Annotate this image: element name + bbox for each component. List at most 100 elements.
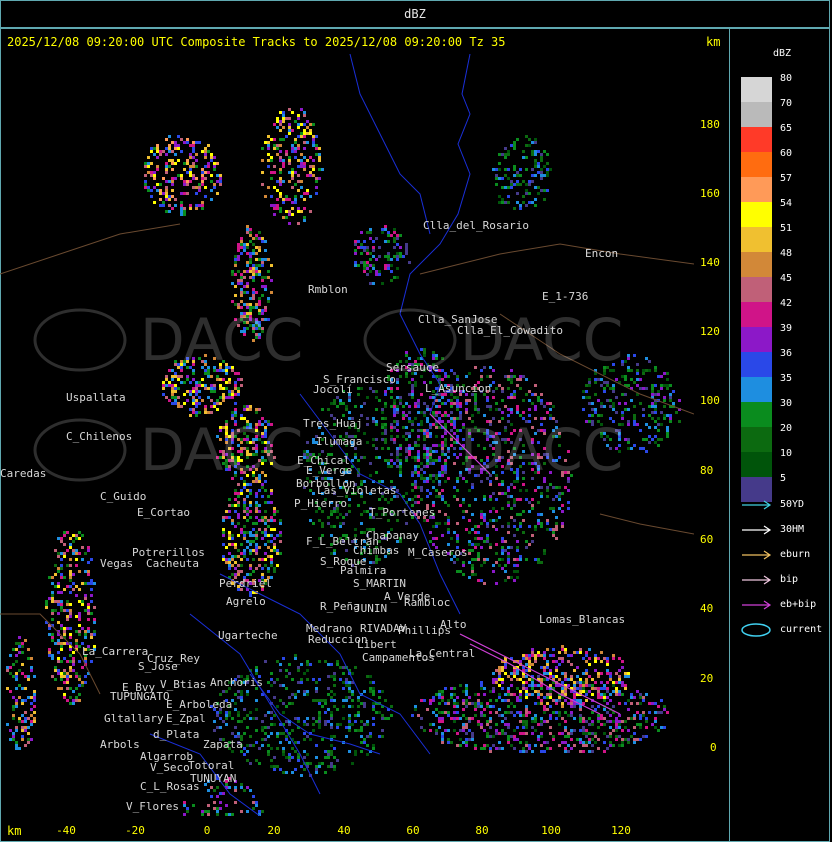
scale-label: 51 bbox=[780, 223, 793, 234]
place-label: L_Asuncion bbox=[425, 382, 492, 395]
place-label: E_Verge bbox=[306, 464, 353, 477]
y-tick: 80 bbox=[700, 464, 714, 477]
track-arrow-icon bbox=[742, 550, 772, 560]
color-swatch bbox=[741, 352, 772, 377]
place-label: Zapata bbox=[203, 738, 243, 751]
title-bar: dBZ bbox=[0, 0, 830, 28]
scale-label: 80 bbox=[780, 73, 793, 84]
place-label: E_Arboleda bbox=[166, 698, 233, 711]
color-swatch bbox=[741, 252, 772, 277]
scale-label: 39 bbox=[780, 323, 793, 334]
scale-label: 35 bbox=[780, 373, 793, 384]
scale-label: 65 bbox=[780, 123, 793, 134]
x-tick: -20 bbox=[125, 824, 145, 837]
place-label: Agrelo bbox=[226, 595, 266, 608]
place-label: C_Guido bbox=[100, 490, 147, 503]
scale-label: 36 bbox=[780, 348, 793, 359]
place-label: Libert bbox=[357, 638, 397, 651]
color-swatch bbox=[741, 402, 772, 427]
place-label: TUPUNGATO bbox=[110, 690, 170, 703]
track-arrow-icon bbox=[742, 600, 772, 610]
color-swatch bbox=[741, 452, 772, 477]
place-label: S_Jose bbox=[138, 660, 178, 673]
color-swatch bbox=[741, 127, 772, 152]
place-label: Palmira bbox=[340, 564, 387, 577]
place-label: La_Carrera bbox=[82, 645, 149, 658]
place-label: Caredas bbox=[0, 467, 47, 480]
color-swatch bbox=[741, 427, 772, 452]
scale-label: 42 bbox=[780, 298, 793, 309]
place-label: S_Francisco bbox=[323, 373, 396, 386]
y-tick: 180 bbox=[700, 118, 720, 131]
scale-label: 70 bbox=[780, 98, 793, 109]
place-label: Clla_del_Rosario bbox=[423, 219, 529, 232]
color-swatch bbox=[741, 377, 772, 402]
scale-label: 54 bbox=[780, 198, 793, 209]
place-label: T_Portenes bbox=[369, 506, 436, 519]
place-label: Arbols bbox=[100, 738, 140, 751]
place-label: Tres_Huaj bbox=[303, 417, 363, 430]
y-tick: 40 bbox=[700, 602, 714, 615]
track-label: eb+bip bbox=[780, 599, 817, 610]
place-label: Totoral bbox=[188, 759, 235, 772]
x-tick: 60 bbox=[406, 824, 420, 837]
color-swatch bbox=[741, 177, 772, 202]
place-label: Alto bbox=[440, 618, 467, 631]
color-swatch bbox=[741, 102, 772, 127]
place-label: Perdriel bbox=[219, 577, 272, 590]
y-tick: 140 bbox=[700, 256, 720, 269]
place-label: Ugarteche bbox=[218, 629, 278, 642]
track-label: current bbox=[780, 624, 823, 635]
x-tick: 0 bbox=[203, 824, 211, 837]
watermark-text-2: DACC bbox=[140, 416, 303, 484]
track-arrow-icon bbox=[742, 525, 772, 535]
composite-title: 2025/12/08 09:20:00 UTC Composite Tracks… bbox=[7, 35, 506, 49]
color-swatch bbox=[741, 302, 772, 327]
place-label: V_Flores bbox=[126, 800, 179, 813]
place-label: Vegas bbox=[100, 557, 134, 570]
color-swatch bbox=[741, 227, 772, 252]
x-tick: 120 bbox=[611, 824, 631, 837]
y-tick: 20 bbox=[700, 672, 714, 685]
color-swatch bbox=[741, 152, 772, 177]
watermark-text: DACC bbox=[140, 306, 303, 374]
track-arrow-icon bbox=[742, 500, 772, 510]
track-label: bip bbox=[780, 574, 799, 585]
place-label: C_L_Rosas bbox=[140, 780, 200, 793]
place-label: Rmblon bbox=[308, 283, 348, 296]
color-swatch bbox=[741, 277, 772, 302]
place-label: E_Zpal bbox=[166, 712, 206, 725]
y-tick: 60 bbox=[700, 533, 714, 546]
window-title: dBZ bbox=[404, 7, 426, 21]
y-tick: 0 bbox=[710, 741, 717, 754]
scale-label: 57 bbox=[780, 173, 793, 184]
place-label: Las_Violetas bbox=[317, 484, 397, 497]
watermark-text-4: DACC bbox=[460, 416, 623, 484]
place-label: E_1-736 bbox=[542, 290, 589, 303]
legend-title: dBZ bbox=[773, 48, 792, 59]
x-tick: 80 bbox=[475, 824, 489, 837]
place-label: Anchoris bbox=[210, 676, 263, 689]
x-tick: -40 bbox=[56, 824, 76, 837]
place-label: JUNIN bbox=[354, 602, 388, 615]
scale-label: 5 bbox=[780, 473, 787, 484]
y-tick: 100 bbox=[700, 394, 720, 407]
color-swatch bbox=[741, 327, 772, 352]
place-label: d_Plata bbox=[153, 728, 200, 741]
scale-label: 20 bbox=[780, 423, 793, 434]
scale-label: 45 bbox=[780, 273, 793, 284]
x-tick: 40 bbox=[337, 824, 351, 837]
color-swatch bbox=[741, 77, 772, 102]
place-label: Clla_El_Cowadito bbox=[457, 324, 563, 337]
x-tick: 20 bbox=[267, 824, 281, 837]
track-label: 50YD bbox=[780, 499, 805, 510]
y-tick: 160 bbox=[700, 187, 720, 200]
place-label: Gltallary bbox=[104, 712, 164, 725]
scale-label: 30 bbox=[780, 398, 793, 409]
x-tick: 100 bbox=[541, 824, 561, 837]
unit-label-bottom: km bbox=[7, 824, 22, 838]
place-label: Uspallata bbox=[66, 391, 126, 404]
place-label: Sersauce bbox=[386, 361, 439, 374]
place-label: Encon bbox=[585, 247, 619, 260]
place-label: Campamentos bbox=[362, 651, 435, 664]
